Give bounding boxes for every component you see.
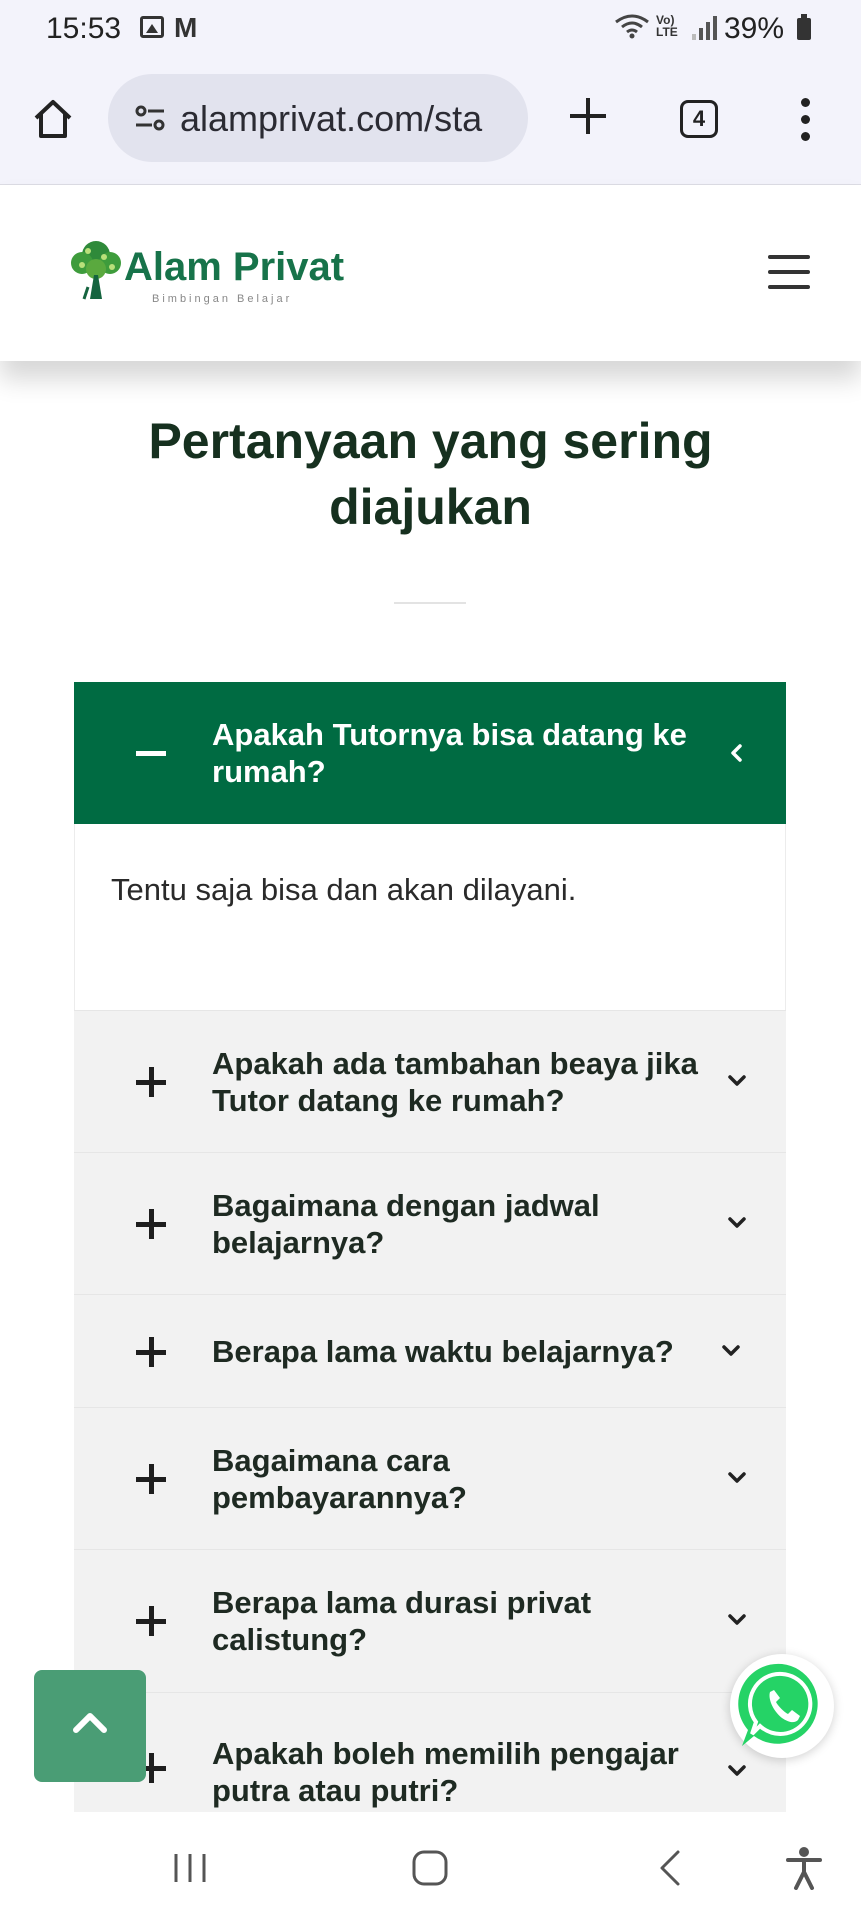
faq-question-header[interactable]: Bagaimana cara pembayarannya? [74, 1408, 786, 1549]
chevron-down-icon[interactable] [726, 1608, 748, 1630]
system-nav-bar [0, 1812, 861, 1920]
faq-question[interactable]: Apakah ada tambahan beaya jika Tutor dat… [212, 1045, 712, 1119]
faq-question-header[interactable]: Bagaimana dengan jadwal belajarnya? [74, 1153, 786, 1294]
faq-question-header[interactable]: Berapa lama durasi privat calistung? [74, 1550, 786, 1692]
chevron-down-icon[interactable] [726, 1211, 748, 1233]
accessibility-icon[interactable] [784, 1846, 824, 1890]
chevron-down-icon[interactable] [726, 1759, 748, 1781]
plus-icon[interactable] [136, 1067, 166, 1097]
menu-dots-icon[interactable] [790, 96, 820, 144]
address-bar[interactable]: alamprivat.com/sta [108, 74, 528, 162]
faq-question-header[interactable]: Apakah Tutornya bisa datang ke rumah? [74, 682, 786, 824]
battery-percent: 39% [724, 12, 785, 45]
faq-question[interactable]: Berapa lama durasi privat calistung? [212, 1584, 662, 1658]
gallery-notification-icon [140, 16, 164, 38]
faq-item: Berapa lama durasi privat calistung? [74, 1550, 786, 1693]
wifi-icon [615, 14, 649, 39]
chevron-down-icon[interactable] [720, 1339, 742, 1361]
faq-question[interactable]: Bagaimana cara pembayarannya? [212, 1442, 532, 1516]
title-divider [394, 602, 466, 604]
faq-question-header[interactable]: Berapa lama waktu belajarnya? [74, 1295, 786, 1407]
chevron-down-icon[interactable] [726, 1069, 748, 1091]
faq-item: Apakah ada tambahan beaya jika Tutor dat… [74, 1011, 786, 1153]
faq-accordion: Apakah Tutornya bisa datang ke rumah? Te… [74, 682, 786, 1824]
signal-icon [692, 14, 718, 40]
faq-question-header[interactable]: Apakah ada tambahan beaya jika Tutor dat… [74, 1011, 786, 1152]
faq-item: Apakah Tutornya bisa datang ke rumah? Te… [74, 682, 786, 1011]
home-nav-icon[interactable] [410, 1848, 450, 1888]
chevron-left-icon[interactable] [726, 742, 748, 764]
volte-icon: Vo) LTE [656, 13, 678, 39]
scroll-to-top-button[interactable] [34, 1670, 146, 1782]
plus-icon[interactable] [136, 1337, 166, 1367]
faq-question-header[interactable]: Apakah boleh memilih pengajar putra atau… [74, 1693, 786, 1823]
browser-toolbar: alamprivat.com/sta 4 [0, 56, 861, 185]
url-text[interactable]: alamprivat.com/sta [180, 98, 520, 140]
plus-icon[interactable] [136, 1464, 166, 1494]
faq-answer-panel: Tentu saja bisa dan akan dilayani. [74, 824, 786, 1010]
status-time: 15:53 [46, 12, 122, 45]
hamburger-icon[interactable] [768, 255, 810, 289]
chevron-down-icon[interactable] [726, 1466, 748, 1488]
logo-tree-icon[interactable] [68, 237, 124, 301]
plus-icon[interactable] [136, 1209, 166, 1239]
faq-question[interactable]: Bagaimana dengan jadwal belajarnya? [212, 1187, 712, 1261]
status-bar: 15:53 M Vo) LTE 39% [0, 0, 861, 56]
minus-icon[interactable] [136, 738, 166, 768]
plus-icon[interactable] [566, 94, 610, 138]
faq-item: Bagaimana cara pembayarannya? [74, 1408, 786, 1550]
whatsapp-button[interactable] [730, 1654, 834, 1758]
faq-item: Berapa lama waktu belajarnya? [74, 1295, 786, 1408]
logo-text[interactable]: Alam Privat [124, 245, 344, 290]
tune-icon[interactable] [134, 102, 166, 134]
home-icon[interactable] [30, 96, 76, 142]
site-header: Alam Privat Bimbingan Belajar [0, 185, 861, 361]
tab-switcher-button[interactable]: 4 [680, 100, 718, 138]
faq-item: Bagaimana dengan jadwal belajarnya? [74, 1153, 786, 1295]
page-title: Pertanyaan yang sering diajukan [148, 413, 713, 535]
logo-tagline: Bimbingan Belajar [152, 293, 293, 305]
recent-apps-icon[interactable] [170, 1852, 210, 1884]
battery-icon [797, 14, 811, 40]
faq-answer: Tentu saja bisa dan akan dilayani. [111, 872, 577, 907]
chevron-up-icon [73, 1713, 107, 1733]
gmail-notification-icon: M [174, 12, 198, 43]
whatsapp-icon [738, 1663, 818, 1746]
plus-icon[interactable] [136, 1606, 166, 1636]
faq-question[interactable]: Berapa lama waktu belajarnya? [212, 1333, 732, 1370]
faq-question[interactable]: Apakah Tutornya bisa datang ke rumah? [212, 716, 712, 790]
faq-question[interactable]: Apakah boleh memilih pengajar putra atau… [212, 1735, 732, 1809]
back-icon[interactable] [656, 1848, 684, 1888]
faq-item: Apakah boleh memilih pengajar putra atau… [74, 1693, 786, 1824]
